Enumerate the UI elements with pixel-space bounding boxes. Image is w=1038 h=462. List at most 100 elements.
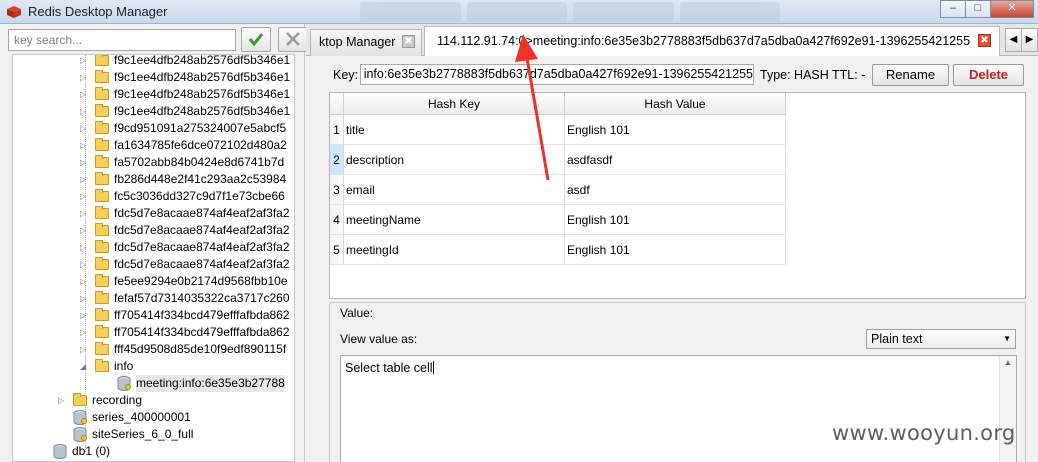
hash-table[interactable]: Hash Key Hash Value 1 title English 101 2 de… (329, 92, 1026, 299)
tree-folder-key[interactable]: ▷ f9c1ee4dfb248ab2576df5b346e1 (13, 103, 294, 120)
tab-scroll-left-button[interactable]: ◀ (1005, 28, 1022, 52)
row-number[interactable]: 4 (330, 205, 344, 235)
expand-arrow-icon[interactable]: ▷ (80, 188, 90, 205)
close-window-button[interactable]: ✕ (990, 0, 1034, 18)
hash-key-cell[interactable]: title (344, 115, 565, 145)
value-scrollbar[interactable]: ▲ (999, 356, 1016, 462)
clear-filter-button[interactable] (278, 27, 308, 52)
hash-value-cell[interactable]: asdf (565, 175, 786, 205)
hash-value-cell[interactable]: English 101 (565, 205, 786, 235)
tree-folder-key[interactable]: ▷ fdc5d7e8acaae874af4eaf2af3fa2 (13, 205, 294, 222)
tree-folder-key[interactable]: ▷ fff45d9508d85de10f9edf890115f (13, 341, 294, 358)
folder-icon (95, 104, 109, 117)
rename-button[interactable]: Rename (872, 64, 949, 86)
hash-value-cell[interactable]: asdfasdf (565, 145, 786, 175)
expand-arrow-icon[interactable]: ▷ (80, 205, 90, 222)
tree-db1[interactable]: db1 (0) (13, 443, 294, 460)
expand-arrow-icon[interactable]: ▷ (80, 256, 90, 273)
tab-label: ktop Manager (319, 35, 396, 49)
tree-item-label: fdc5d7e8acaae874af4eaf2af3fa2 (114, 240, 290, 254)
close-tab-icon[interactable]: ✖ (978, 34, 991, 47)
column-header-hash-value[interactable]: Hash Value (565, 93, 786, 115)
row-number[interactable]: 2 (330, 145, 344, 175)
tree-key-meeting-info[interactable]: meeting:info:6e35e3b27788 (13, 375, 294, 392)
tree-folder-key[interactable]: ▷ ff705414f334bcd479efffafbda862 (13, 307, 294, 324)
expand-arrow-icon[interactable]: ▷ (80, 137, 90, 154)
tree-item-label: fefaf57d7314035322ca3717c260 (114, 291, 290, 305)
expand-arrow-icon[interactable]: ▷ (58, 392, 68, 409)
value-format-select[interactable]: Plain text ▼ (866, 329, 1016, 349)
tree-item-label: fff45d9508d85de10f9edf890115f (114, 342, 287, 356)
tab-active-key[interactable]: 114.112.91.74:0>meeting:info:6e35e3b2778… (424, 26, 1000, 56)
row-number[interactable]: 3 (330, 175, 344, 205)
minimize-button[interactable]: – (940, 0, 966, 18)
tree-folder-key[interactable]: ▷ fa1634785fe6dce072102d480a2 (13, 137, 294, 154)
tree-item-label: fdc5d7e8acaae874af4eaf2af3fa2 (114, 257, 290, 271)
value-text-area[interactable]: Select table cell ▲ (340, 355, 1017, 462)
tree-item-label: fdc5d7e8acaae874af4eaf2af3fa2 (114, 223, 290, 237)
close-tab-icon[interactable]: ✖ (402, 35, 415, 48)
tree-item-label: f9c1ee4dfb248ab2576df5b346e1 (114, 70, 291, 84)
tree-item-label: fc5c3036dd327c9d7f1e73cbe66 (114, 189, 285, 203)
delete-button[interactable]: Delete (953, 64, 1024, 86)
expand-arrow-icon[interactable]: ▷ (80, 222, 90, 239)
tree-folder-key[interactable]: ▷ fefaf57d7314035322ca3717c260 (13, 290, 294, 307)
tree-folder-key[interactable]: ▷ f9cd951091a275324007e5abcf5 (13, 120, 294, 137)
tree-folder-key[interactable]: ▷ fdc5d7e8acaae874af4eaf2af3fa2 (13, 239, 294, 256)
folder-icon (95, 138, 109, 151)
expand-arrow-icon[interactable]: ▷ (80, 69, 90, 86)
view-value-as-label: View value as: (340, 332, 418, 346)
folder-icon (95, 206, 109, 219)
expand-arrow-icon[interactable]: ▷ (80, 120, 90, 137)
row-number[interactable]: 1 (330, 115, 344, 145)
tree-item-label: fa5702abb84b0424e8d6741b7d (114, 155, 285, 169)
scroll-up-icon[interactable]: ▲ (1000, 358, 1016, 367)
tab-scroll-right-button[interactable]: ▶ (1021, 28, 1038, 52)
tree-folder-key[interactable]: ▷ f9c1ee4dfb248ab2576df5b346e1 (13, 69, 294, 86)
tab-previous[interactable]: ktop Manager ✖ (310, 29, 422, 56)
folder-icon (95, 342, 109, 355)
expand-arrow-icon[interactable]: ▷ (80, 86, 90, 103)
expand-arrow-icon[interactable]: ▷ (80, 307, 90, 324)
hash-value-cell[interactable]: English 101 (565, 235, 786, 265)
maximize-button[interactable]: □ (965, 0, 991, 18)
tree-folder-key[interactable]: ▷ f9c1ee4dfb248ab2576df5b346e1 (13, 55, 294, 69)
tree-folder-key[interactable]: ▷ fdc5d7e8acaae874af4eaf2af3fa2 (13, 222, 294, 239)
folder-icon (95, 308, 109, 321)
collapse-arrow-icon[interactable]: ◢ (80, 358, 90, 375)
tree-folder-info[interactable]: ◢ info (13, 358, 294, 375)
tree-key-series[interactable]: series_400000001 (13, 409, 294, 426)
expand-arrow-icon[interactable]: ▷ (80, 154, 90, 171)
hash-value-cell[interactable]: English 101 (565, 115, 786, 145)
column-header-hash-key[interactable]: Hash Key (344, 93, 565, 115)
expand-arrow-icon[interactable]: ▷ (80, 171, 90, 188)
expand-arrow-icon[interactable]: ▷ (80, 324, 90, 341)
tree-folder-key[interactable]: ▷ fc5c3036dd327c9d7f1e73cbe66 (13, 188, 294, 205)
hash-key-cell[interactable]: email (344, 175, 565, 205)
tree-key-site-series[interactable]: siteSeries_6_0_full (13, 426, 294, 443)
tree-folder-key[interactable]: ▷ fdc5d7e8acaae874af4eaf2af3fa2 (13, 256, 294, 273)
key-search-input[interactable] (8, 29, 236, 51)
apply-filter-button[interactable] (241, 27, 271, 52)
tree-folder-recording[interactable]: ▷ recording (13, 392, 294, 409)
window-controls: – □ ✕ (940, 0, 1034, 18)
tree-folder-key[interactable]: ▷ ff705414f334bcd479efffafbda862 (13, 324, 294, 341)
expand-arrow-icon[interactable]: ▷ (80, 341, 90, 358)
hash-key-cell[interactable]: meetingId (344, 235, 565, 265)
row-number[interactable]: 5 (330, 235, 344, 265)
tree-folder-key[interactable]: ▷ fb286d448e2f41c293aa2c53984 (13, 171, 294, 188)
value-text: Select table cell (345, 361, 433, 375)
tree-folder-key[interactable]: ▷ f9c1ee4dfb248ab2576df5b346e1 (13, 86, 294, 103)
expand-arrow-icon[interactable]: ▷ (80, 103, 90, 120)
key-tree[interactable]: ▷ f9c1ee4dfb248ab2576df5b346e1 ▷ f9c1ee4dfb… (12, 54, 295, 462)
key-name-field[interactable]: info:6e35e3b2778883f5db637d7a5dba0a427f6… (360, 64, 754, 85)
tree-folder-key[interactable]: ▷ fe5ee9294e0b2174d9568fbb10e (13, 273, 294, 290)
hash-key-cell[interactable]: description (344, 145, 565, 175)
tree-folder-key[interactable]: ▷ fa5702abb84b0424e8d6741b7d (13, 154, 294, 171)
folder-icon (95, 291, 109, 304)
hash-key-cell[interactable]: meetingName (344, 205, 565, 235)
expand-arrow-icon[interactable]: ▷ (80, 273, 90, 290)
expand-arrow-icon[interactable]: ▷ (80, 55, 90, 69)
expand-arrow-icon[interactable]: ▷ (80, 239, 90, 256)
expand-arrow-icon[interactable]: ▷ (80, 290, 90, 307)
